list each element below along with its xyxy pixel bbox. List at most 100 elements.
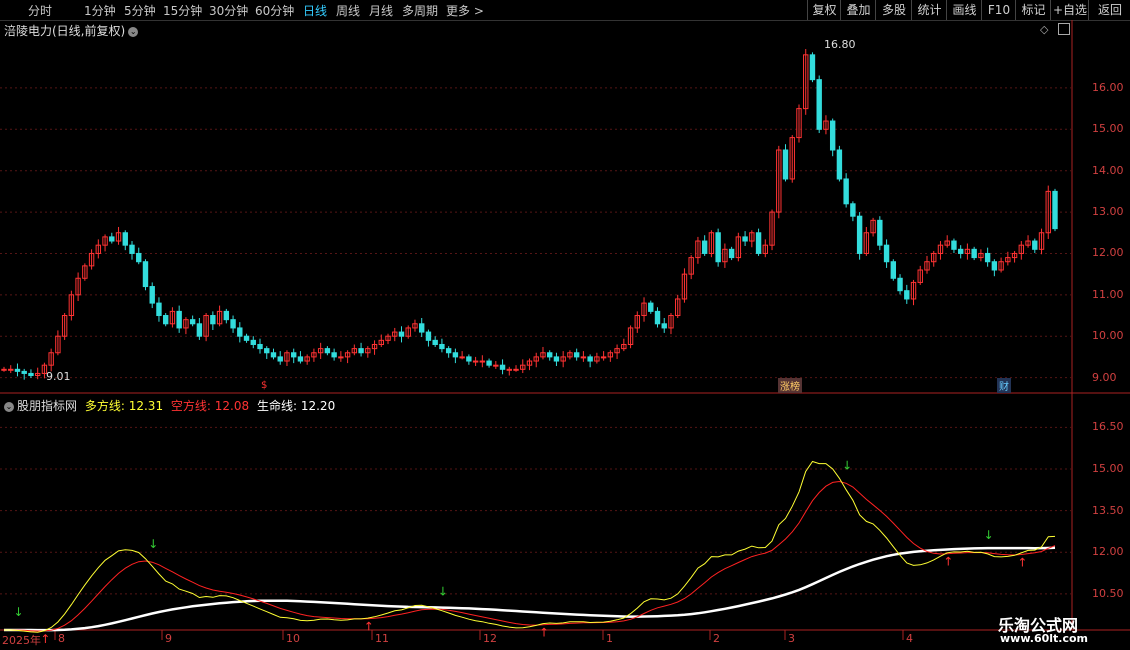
candle-body	[290, 352, 297, 358]
candle-body	[324, 348, 331, 354]
candle-body	[728, 248, 735, 259]
y-tick-label: 16.50	[1092, 420, 1124, 434]
finance-badge[interactable]: 财	[997, 378, 1011, 393]
x-tick-label: 2025年	[2, 634, 41, 647]
high-price-label: 16.80	[824, 38, 856, 51]
sell-arrow-icon: ↓	[438, 584, 448, 598]
y-tick-label: 9.00	[1092, 370, 1117, 384]
x-tick-label: 10	[286, 632, 300, 645]
candle-body	[984, 252, 991, 263]
x-tick-label: 3	[788, 632, 795, 645]
x-tick-label: 4	[906, 632, 913, 645]
candle-body	[250, 339, 256, 345]
y-tick-label: 10.50	[1092, 586, 1124, 600]
candle-body	[466, 356, 472, 362]
y-tick-label: 15.00	[1092, 122, 1124, 136]
life-line	[4, 546, 1056, 632]
y-tick-label: 13.00	[1092, 205, 1124, 219]
candle-body	[270, 352, 277, 358]
sell-arrow-icon: ↓	[148, 537, 158, 551]
y-tick-label: 12.00	[1092, 246, 1124, 260]
candle-body	[742, 236, 748, 242]
y-tick-label: 16.00	[1092, 80, 1124, 94]
sell-arrow-icon: ↓	[842, 458, 852, 472]
candle-body	[904, 290, 910, 300]
candle-body	[843, 178, 849, 205]
y-tick-label: 14.00	[1092, 163, 1124, 177]
buy-arrow-icon: ↑	[943, 555, 953, 569]
candle-body	[897, 277, 903, 292]
candle-body	[580, 356, 587, 359]
candle-body	[715, 232, 721, 263]
candle-body	[587, 356, 593, 362]
buy-arrow-icon: ↑	[40, 632, 50, 646]
candle-body	[8, 368, 14, 371]
candle-body	[136, 252, 142, 263]
candle-body	[809, 54, 816, 81]
x-tick-label: 8	[58, 632, 65, 645]
candle-body	[452, 352, 459, 358]
candle-body	[230, 319, 236, 329]
candle-body	[513, 368, 519, 371]
candle-body	[264, 348, 270, 354]
dividend-badge[interactable]: $	[259, 380, 269, 391]
candle-body	[553, 356, 560, 362]
watermark-url: www.60lt.com	[1000, 632, 1089, 645]
candle-body	[654, 310, 661, 325]
y-tick-label: 11.00	[1092, 287, 1124, 301]
candle-body	[149, 286, 155, 304]
candle-body	[223, 310, 230, 321]
candle-body	[648, 302, 654, 312]
sell-arrow-icon: ↓	[984, 528, 994, 542]
candle-body	[493, 364, 499, 367]
low-price-label: 9.01	[46, 370, 71, 383]
candle-body	[573, 352, 580, 358]
candle-body	[850, 203, 856, 217]
candle-body	[499, 364, 506, 370]
candle-body	[877, 219, 883, 246]
candle-body	[957, 248, 964, 254]
candle-body	[971, 248, 977, 259]
candle-body	[439, 343, 445, 350]
slow-line	[4, 480, 1056, 632]
candle-body	[547, 352, 553, 358]
candle-body	[156, 302, 162, 317]
candle-body	[506, 368, 512, 371]
chart-canvas[interactable]: ↓ ↑ ↓ ↑ ↓ ↑ ↓ ↑ ↓ ↑	[0, 0, 1130, 650]
candle-body	[243, 335, 250, 341]
candle-body	[398, 331, 405, 337]
candle-body	[472, 360, 479, 363]
y-tick-label: 15.00	[1092, 462, 1124, 476]
candle-body	[445, 348, 452, 354]
candle-body	[129, 244, 135, 254]
candle-body	[836, 149, 843, 180]
candle-body	[1032, 240, 1038, 250]
x-tick-label: 1	[606, 632, 613, 645]
candle-body	[486, 360, 492, 366]
candle-body	[297, 356, 304, 362]
candle-body	[479, 360, 486, 363]
limit-up-badge[interactable]: 涨榜	[778, 378, 802, 393]
candle-body	[142, 261, 149, 288]
candle-body	[162, 315, 169, 325]
y-tick-label: 13.50	[1092, 503, 1124, 517]
candle-body	[14, 368, 21, 372]
candle-body	[425, 331, 432, 341]
fast-line	[4, 460, 1056, 633]
candle-body	[196, 323, 203, 337]
y-tick-label: 10.00	[1092, 329, 1124, 343]
x-tick-label: 9	[165, 632, 172, 645]
candle-body	[237, 327, 243, 337]
candle-body	[459, 356, 465, 359]
candle-body	[829, 120, 836, 151]
candle-body	[883, 244, 890, 263]
candle-body	[419, 323, 425, 333]
candle-body	[21, 370, 27, 374]
candle-body	[176, 310, 182, 329]
candle-body	[331, 352, 337, 358]
candle-body	[257, 343, 263, 350]
candle-body	[109, 236, 115, 242]
candle-body	[1052, 190, 1058, 230]
candle-body	[661, 323, 667, 329]
sell-arrow-icon: ↓	[13, 605, 23, 619]
